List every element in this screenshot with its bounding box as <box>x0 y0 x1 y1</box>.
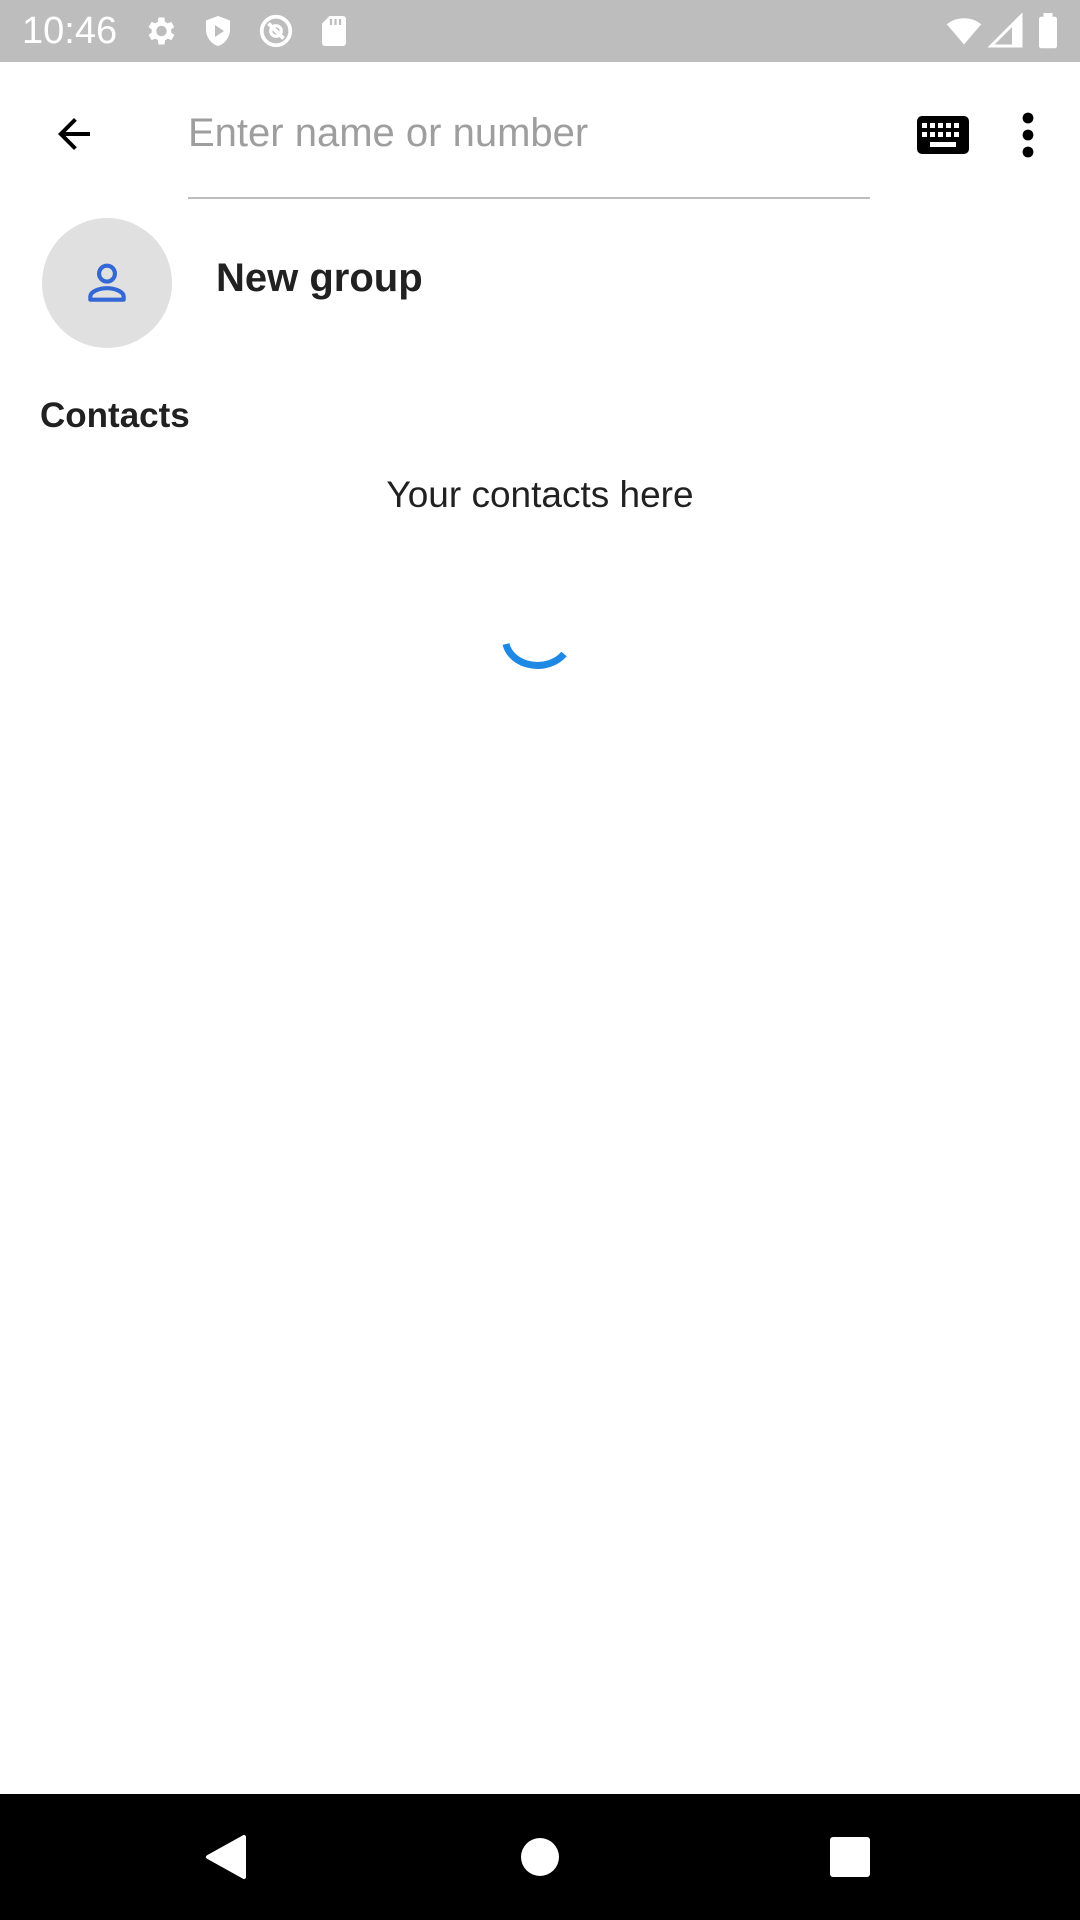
search-underline <box>188 197 870 199</box>
loading-spinner <box>502 643 567 669</box>
signal-icon <box>988 13 1023 48</box>
sd-card-icon <box>322 16 346 46</box>
search-input[interactable] <box>188 98 870 198</box>
wifi-icon <box>946 18 982 45</box>
nav-recents-button[interactable] <box>820 1827 880 1887</box>
arrow-back-icon <box>58 118 90 150</box>
new-group-row[interactable]: New group <box>0 210 1080 354</box>
status-time: 10:46 <box>22 10 118 52</box>
more-options-button[interactable] <box>1004 104 1052 166</box>
settings-icon <box>148 17 175 45</box>
more-vert-icon <box>1022 112 1034 158</box>
nav-back-icon <box>206 1835 246 1879</box>
battery-icon <box>1039 13 1057 49</box>
contacts-empty-message: Your contacts here <box>386 474 694 515</box>
shield-play-icon <box>206 16 230 46</box>
nav-recents-icon <box>830 1837 870 1877</box>
new-group-label: New group <box>216 256 423 300</box>
new-group-avatar <box>42 218 172 348</box>
keyboard-toggle-button[interactable] <box>912 108 974 162</box>
status-bar: 10:46 <box>0 0 1080 62</box>
system-nav-bar <box>0 1794 1080 1920</box>
person-icon <box>88 263 126 302</box>
keyboard-icon <box>917 116 969 154</box>
at-sign-icon <box>259 14 293 48</box>
contacts-header: Contacts <box>40 396 190 435</box>
back-button[interactable] <box>40 100 108 168</box>
nav-home-icon <box>521 1838 559 1876</box>
nav-back-button[interactable] <box>196 1827 256 1887</box>
nav-home-button[interactable] <box>510 1827 570 1887</box>
